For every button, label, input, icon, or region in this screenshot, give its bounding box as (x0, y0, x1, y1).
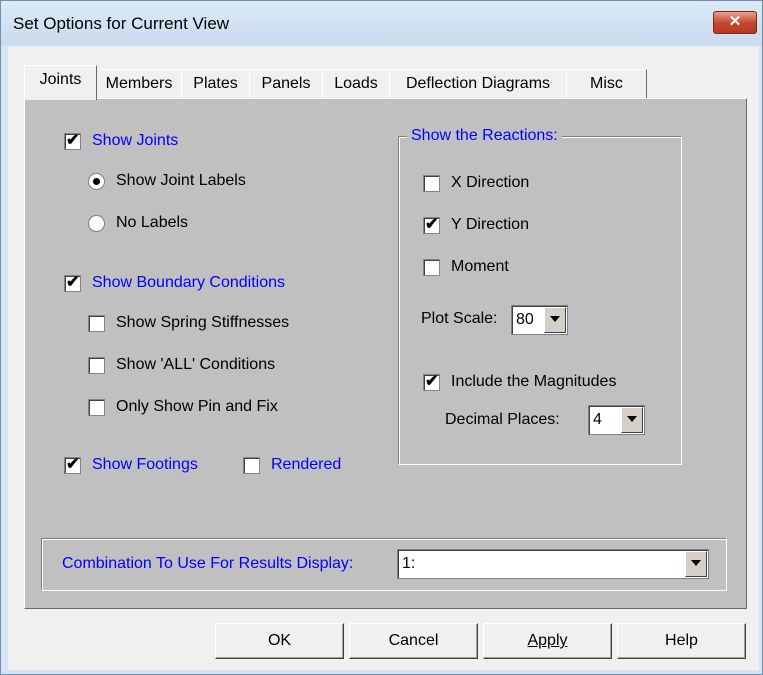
reactions-group-title: Show the Reactions: (407, 127, 562, 145)
decimal-places-dropdown-button[interactable] (621, 407, 643, 433)
decimal-places-value: 4 (593, 411, 602, 428)
tab-deflection-diagrams[interactable]: Deflection Diagrams (389, 69, 567, 98)
no-labels-label[interactable]: No Labels (116, 214, 188, 232)
apply-button[interactable]: Apply (483, 623, 612, 659)
no-labels-radio[interactable] (88, 215, 105, 232)
title-bar[interactable]: Set Options for Current View ✕ (1, 1, 762, 45)
dialog-window: Set Options for Current View ✕ Joints Me… (0, 0, 763, 675)
close-button[interactable]: ✕ (713, 11, 757, 34)
checkmark-icon: ✔ (66, 132, 80, 149)
show-joint-labels-radio[interactable] (88, 173, 105, 190)
decimal-places-select[interactable]: 4 (588, 405, 645, 435)
plot-scale-dropdown-button[interactable] (544, 307, 566, 333)
help-button[interactable]: Help (617, 623, 746, 659)
window-title: Set Options for Current View (13, 14, 230, 33)
show-boundary-conditions-label[interactable]: Show Boundary Conditions (92, 274, 285, 292)
moment-label[interactable]: Moment (451, 258, 509, 276)
tab-loads[interactable]: Loads (322, 69, 390, 98)
apply-button-label: Apply (527, 632, 568, 649)
chevron-down-icon (550, 316, 560, 322)
checkmark-icon: ✔ (425, 373, 439, 390)
show-footings-label[interactable]: Show Footings (92, 456, 198, 474)
rendered-label[interactable]: Rendered (271, 456, 341, 474)
tab-panels[interactable]: Panels (249, 69, 323, 98)
joints-tab-panel: ✔ Show Joints Show Joint Labels No Label… (24, 98, 747, 609)
checkmark-icon: ✔ (66, 274, 80, 291)
ok-button[interactable]: OK (215, 623, 344, 659)
show-all-conditions-checkbox[interactable] (88, 357, 105, 374)
checkmark-icon: ✔ (66, 456, 80, 473)
x-direction-label[interactable]: X Direction (451, 174, 529, 192)
combination-select[interactable]: 1: (397, 549, 709, 579)
rendered-checkbox[interactable] (243, 457, 260, 474)
x-direction-checkbox[interactable] (423, 175, 440, 192)
include-magnitudes-label[interactable]: Include the Magnitudes (451, 373, 616, 391)
dialog-client: Joints Members Plates Panels Loads Defle… (8, 47, 759, 670)
combination-label: Combination To Use For Results Display: (62, 555, 354, 572)
only-show-pin-fix-checkbox[interactable] (88, 399, 105, 416)
tab-joints[interactable]: Joints (24, 65, 97, 100)
tab-misc[interactable]: Misc (566, 69, 647, 98)
only-show-pin-fix-label[interactable]: Only Show Pin and Fix (116, 398, 278, 416)
decimal-places-label: Decimal Places: (445, 411, 560, 428)
plot-scale-value: 80 (516, 311, 534, 328)
tab-members[interactable]: Members (96, 69, 182, 98)
cancel-button[interactable]: Cancel (349, 623, 478, 659)
show-spring-stiffnesses-label[interactable]: Show Spring Stiffnesses (116, 314, 289, 332)
checkmark-icon: ✔ (425, 216, 439, 233)
show-footings-checkbox[interactable]: ✔ (64, 456, 81, 474)
show-joints-checkbox[interactable]: ✔ (64, 132, 81, 150)
include-magnitudes-checkbox[interactable]: ✔ (423, 373, 440, 391)
chevron-down-icon (627, 416, 637, 422)
plot-scale-select[interactable]: 80 (511, 305, 568, 335)
y-direction-checkbox[interactable]: ✔ (423, 216, 440, 234)
chevron-down-icon (691, 560, 701, 566)
y-direction-label[interactable]: Y Direction (451, 216, 529, 234)
show-all-conditions-label[interactable]: Show 'ALL' Conditions (116, 356, 275, 374)
show-joint-labels-label[interactable]: Show Joint Labels (116, 172, 246, 190)
show-boundary-conditions-checkbox[interactable]: ✔ (64, 274, 81, 292)
tab-plates[interactable]: Plates (181, 69, 250, 98)
show-spring-stiffnesses-checkbox[interactable] (88, 315, 105, 332)
plot-scale-label: Plot Scale: (421, 310, 498, 327)
show-joints-label[interactable]: Show Joints (92, 132, 178, 150)
radio-dot (93, 178, 100, 185)
combination-value: 1: (402, 555, 416, 572)
moment-checkbox[interactable] (423, 259, 440, 276)
close-icon: ✕ (728, 13, 742, 30)
combination-dropdown-button[interactable] (685, 551, 707, 577)
